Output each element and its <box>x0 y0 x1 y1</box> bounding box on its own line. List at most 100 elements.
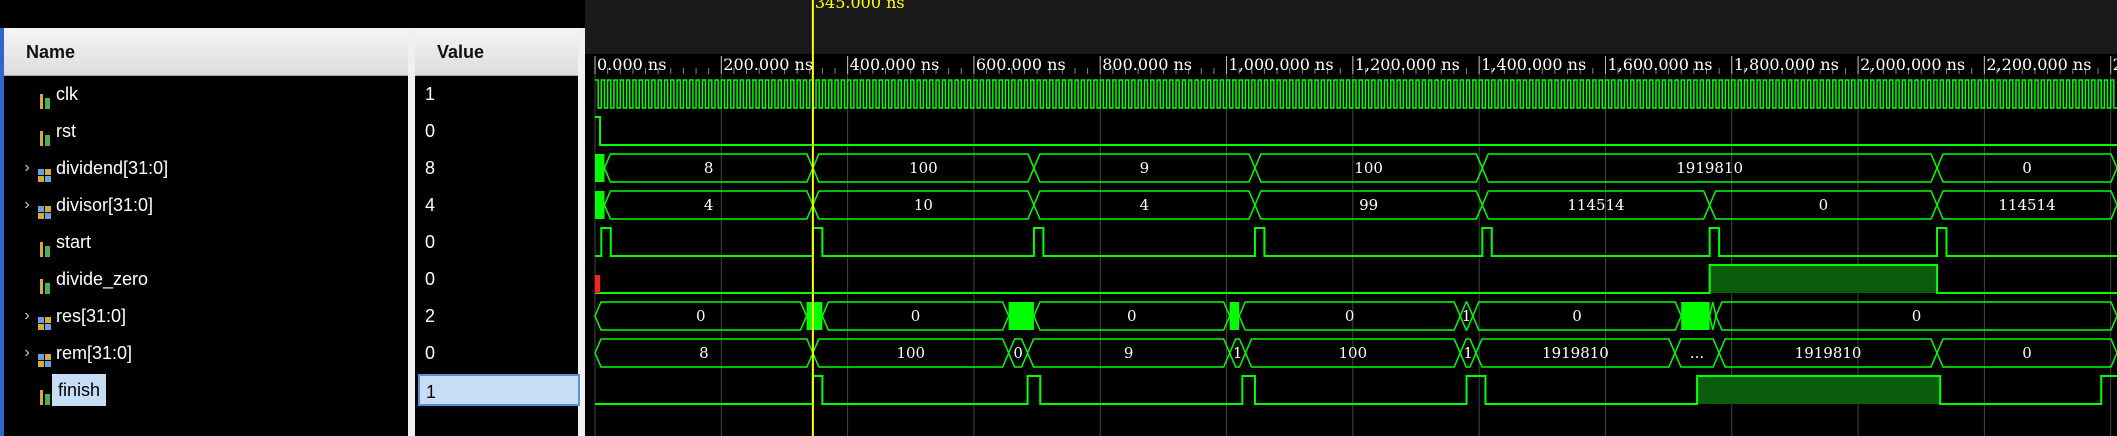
bus-value-label: 1 <box>1463 344 1473 362</box>
signal-row-dividend[interactable]: › dividend[31:0] <box>20 150 400 186</box>
bit-signal-icon <box>38 86 52 109</box>
bus-value-label: 114514 <box>1567 196 1624 214</box>
signal-row-clk[interactable]: clk <box>20 76 400 112</box>
bus-burst <box>1229 302 1240 330</box>
signal-row-rem[interactable]: › rem[31:0] <box>20 335 400 371</box>
signal-row-finish[interactable]: finish <box>20 372 400 408</box>
bus-value-label: 0 <box>911 307 921 325</box>
signal-value: 0 <box>425 232 436 252</box>
value-column-header[interactable]: Value <box>415 28 585 76</box>
tick-label: 1,800.000 ns <box>1734 55 1839 74</box>
tick-label: 400.000 ns <box>850 55 940 74</box>
signal-value: 0 <box>425 269 436 289</box>
bus-value-label: 100 <box>896 344 925 362</box>
tick-label: 2,000.000 ns <box>1860 55 1965 74</box>
tick-label: 1,600.000 ns <box>1607 55 1712 74</box>
bus-burst <box>1008 302 1034 330</box>
signal-name: divide_zero <box>56 269 149 289</box>
bus-value-label: 9 <box>1140 159 1150 177</box>
bus-value-label: 1919810 <box>1542 344 1609 362</box>
bus-out-icon <box>38 308 52 330</box>
bus-value-label: 100 <box>1339 344 1368 362</box>
bus-value-label: 0 <box>1819 196 1829 214</box>
bus-value-label: 1 <box>1233 344 1243 362</box>
bus-value-label: 0 <box>1912 307 1922 325</box>
signal-name: divisor[31:0] <box>56 195 154 215</box>
chevron-right-icon[interactable]: › <box>20 150 34 186</box>
tick-label: 200.000 ns <box>723 55 813 74</box>
bus-value-label: 0 <box>696 307 706 325</box>
bus-burst <box>1681 302 1710 330</box>
bus-value-label: 9 <box>1124 344 1134 362</box>
bus-value-label: ... <box>1690 344 1704 362</box>
signal-name: res[31:0] <box>56 306 127 326</box>
bus-value-label: 4 <box>704 196 714 214</box>
chevron-right-icon[interactable]: › <box>20 298 34 334</box>
bus-burst <box>595 191 605 219</box>
bit-signal-icon <box>38 234 52 257</box>
chevron-right-icon[interactable]: › <box>20 187 34 223</box>
bit-signal-out-icon <box>38 382 52 405</box>
column-divider[interactable] <box>408 28 415 436</box>
bus-value-label: 0 <box>2022 344 2032 362</box>
cursor-time-label: 345.000 ns <box>815 0 905 12</box>
high-shade <box>1709 265 1938 293</box>
bus-out-icon <box>38 345 52 367</box>
bus-value-label: 100 <box>909 159 938 177</box>
signal-value: 0 <box>425 121 436 141</box>
signal-value: 4 <box>425 195 436 215</box>
bus-signal-icon <box>38 160 52 182</box>
bus-signal-icon <box>38 197 52 219</box>
bus-value-label: 0 <box>1345 307 1355 325</box>
bus-value-label: 1 <box>1462 307 1472 325</box>
tick-label: 1,000.000 ns <box>1229 55 1334 74</box>
bus-value-label: 8 <box>699 344 709 362</box>
signal-value: 1 <box>418 374 580 406</box>
x-state-mark <box>595 275 601 293</box>
tick-label: 1,200.000 ns <box>1355 55 1460 74</box>
signal-name: finish <box>52 374 107 406</box>
signal-row-divide_zero[interactable]: divide_zero <box>20 261 400 297</box>
signal-name: clk <box>56 84 78 104</box>
bus-value-label: 4 <box>1140 196 1150 214</box>
bus-value-label: 1919810 <box>1676 159 1743 177</box>
signal-value: 0 <box>425 343 436 363</box>
signal-row-res[interactable]: › res[31:0] <box>20 298 400 334</box>
tick-label: 800.000 ns <box>1102 55 1192 74</box>
waveform-canvas[interactable]: 0.000 ns 200.000 ns 400.000 ns 600.000 ns 80… <box>585 0 2117 436</box>
signal-name: dividend[31:0] <box>56 158 169 178</box>
bus-burst <box>595 154 605 182</box>
signal-row-start[interactable]: start <box>20 224 400 260</box>
bus-value-label: 99 <box>1359 196 1378 214</box>
bus-value-label: 114514 <box>1998 196 2055 214</box>
signal-name: start <box>56 232 92 252</box>
bit-signal-out-icon <box>38 271 52 294</box>
bus-value-label: 10 <box>914 196 933 214</box>
bus-burst <box>806 302 823 330</box>
signal-name: rem[31:0] <box>56 343 133 363</box>
signal-row-divisor[interactable]: › divisor[31:0] <box>20 187 400 223</box>
signal-value: 8 <box>425 158 436 178</box>
signal-list-panel: Name Value clk 1 rst 0 › dividend[31:0] 8 › divi… <box>0 0 585 436</box>
tick-label: 1,400.000 ns <box>1481 55 1586 74</box>
bus-value-label: 100 <box>1354 159 1383 177</box>
bus-value-label: 1919810 <box>1795 344 1862 362</box>
tick-label: 0.000 ns <box>597 55 666 74</box>
bit-signal-icon <box>38 123 52 146</box>
panel-edge <box>0 28 4 436</box>
signal-name: rst <box>56 121 76 141</box>
bus-value-label: 0 <box>1127 307 1137 325</box>
tick-label: 2,400. <box>2113 55 2117 74</box>
tick-label: 600.000 ns <box>976 55 1066 74</box>
bus-value-label: 0 <box>1013 344 1023 362</box>
bus-value-label: 0 <box>2022 159 2032 177</box>
tick-label: 2,200.000 ns <box>1986 55 2091 74</box>
bus-value-label: 8 <box>704 159 714 177</box>
signal-value: 2 <box>425 306 436 326</box>
bus-value-label: 0 <box>1572 307 1582 325</box>
signal-row-rst[interactable]: rst <box>20 113 400 149</box>
name-column-header[interactable]: Name <box>4 28 408 76</box>
chevron-right-icon[interactable]: › <box>20 335 34 371</box>
high-shade <box>1697 376 1941 404</box>
signal-value: 1 <box>425 84 436 104</box>
